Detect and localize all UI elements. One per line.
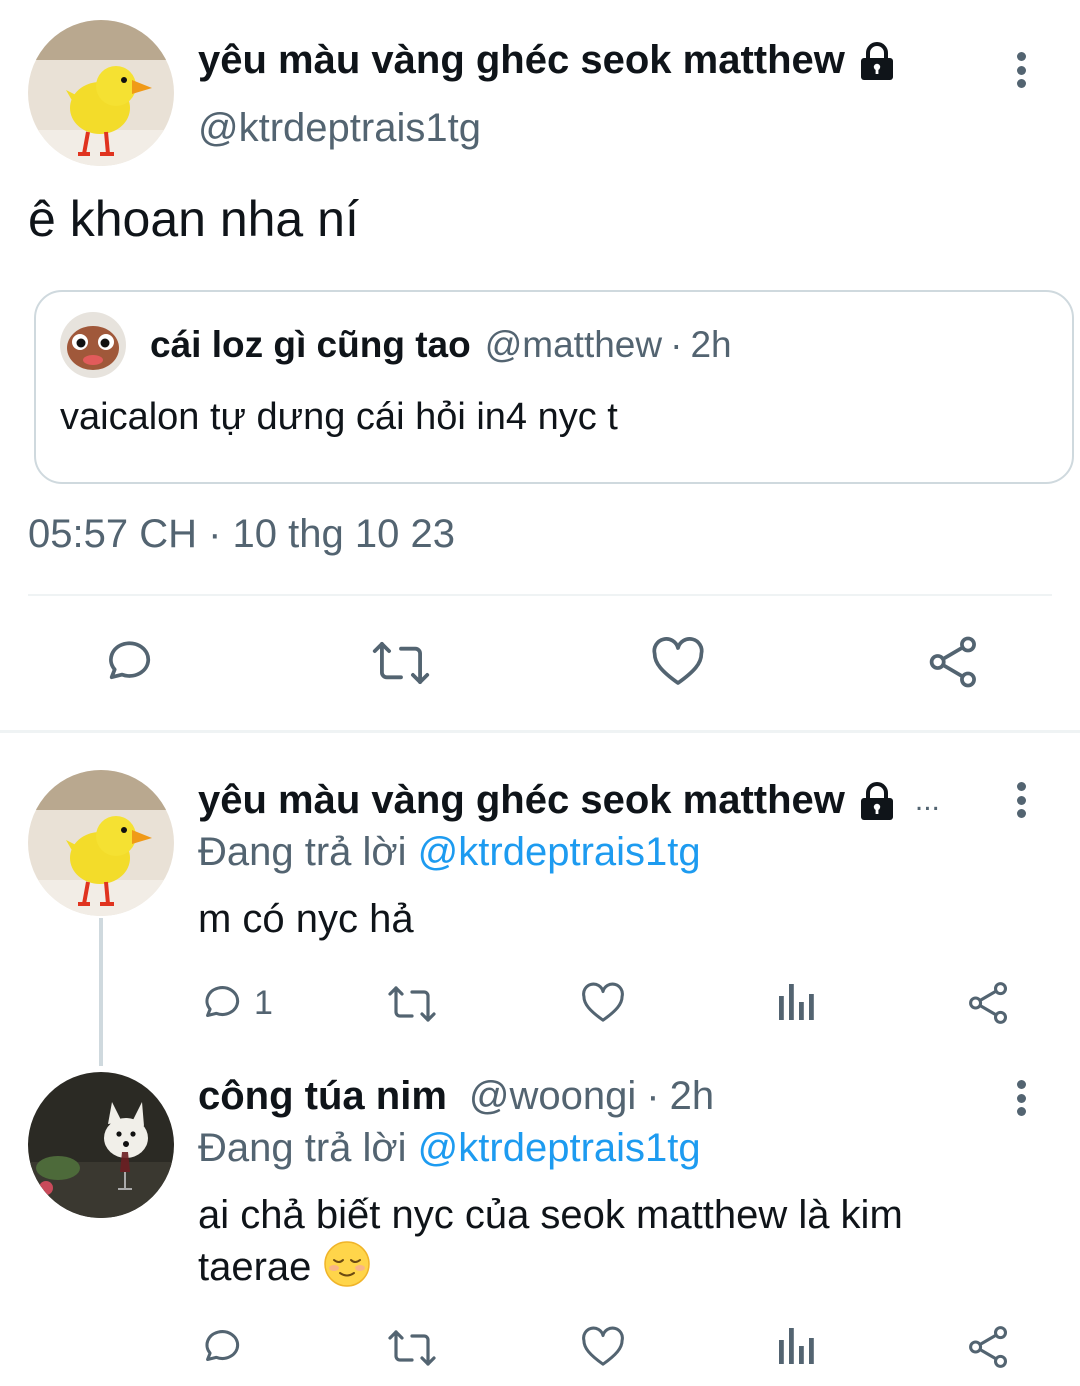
quoted-author-handle: @matthew: [484, 324, 663, 365]
replying-to-label: Đang trả lời: [198, 1126, 407, 1170]
tweet-timestamp[interactable]: 05:57 CH · 10 thg 10 23: [28, 512, 455, 557]
reply-author-avatar[interactable]: [28, 1072, 174, 1218]
quoted-author-name: cái loz gì cũng tao: [150, 324, 471, 365]
quoted-tweet[interactable]: cái loz gì cũng tao @matthew · 2h vaical…: [34, 290, 1074, 484]
reply-text: ai chả biết nyc của seok matthew là kim …: [198, 1190, 1018, 1292]
reply-author-name[interactable]: công túa nim @woongi · 2h: [198, 1074, 714, 1119]
reply-separator: ·: [646, 1074, 660, 1118]
reply-text-content: ai chả biết nyc của seok matthew là kim …: [198, 1193, 903, 1289]
section-divider: [0, 730, 1080, 733]
reply-author-name[interactable]: yêu màu vàng ghéc seok matthew ...: [198, 778, 940, 823]
name-truncation: ...: [914, 783, 940, 817]
divider: [28, 594, 1052, 596]
like-button[interactable]: [580, 1326, 626, 1368]
share-icon: [929, 636, 976, 688]
retweet-button[interactable]: [386, 1326, 438, 1370]
author-handle[interactable]: @ktrdeptrais1tg: [198, 106, 481, 151]
reply-author-avatar[interactable]: [28, 770, 174, 916]
retweet-icon: [388, 1330, 436, 1366]
like-icon: [582, 1326, 624, 1366]
reply-time: 2h: [669, 1074, 715, 1118]
reply-author-name-text[interactable]: công túa nim: [198, 1074, 447, 1119]
more-options-icon[interactable]: [1011, 48, 1031, 92]
replying-to-mention[interactable]: @ktrdeptrais1tg: [418, 1126, 701, 1170]
share-button[interactable]: [966, 1324, 1012, 1370]
like-button[interactable]: [650, 636, 706, 688]
like-icon: [652, 637, 704, 685]
relieved-face-emoji: [323, 1241, 370, 1287]
retweet-icon: [388, 986, 436, 1022]
share-icon: [969, 982, 1008, 1024]
retweet-button[interactable]: [370, 636, 432, 690]
replying-to-mention[interactable]: @ktrdeptrais1tg: [418, 830, 701, 874]
quoted-separator: ·: [670, 324, 683, 365]
reply-button[interactable]: [198, 1324, 244, 1370]
lock-icon: [860, 41, 893, 80]
views-icon: [779, 1328, 814, 1364]
reply-button[interactable]: [100, 634, 156, 690]
quoted-time: 2h: [690, 324, 732, 365]
share-button[interactable]: [926, 634, 982, 690]
thread-line: [99, 918, 103, 1066]
reply-icon: [205, 1330, 240, 1361]
share-button[interactable]: [966, 980, 1012, 1026]
quoted-author-avatar: [60, 312, 126, 378]
author-display-name[interactable]: yêu màu vàng ghéc seok matthew: [198, 38, 899, 83]
retweet-button[interactable]: [386, 982, 438, 1026]
share-icon: [969, 1326, 1008, 1368]
tweet-text: ê khoan nha ní: [28, 191, 359, 247]
reply-author-handle[interactable]: @woongi: [469, 1074, 636, 1119]
like-icon: [582, 982, 624, 1022]
author-name-text[interactable]: yêu màu vàng ghéc seok matthew: [198, 38, 845, 83]
replying-to: Đang trả lời @ktrdeptrais1tg: [198, 1126, 701, 1171]
like-button[interactable]: [580, 982, 626, 1024]
views-icon: [779, 984, 814, 1020]
author-avatar[interactable]: [28, 20, 174, 166]
more-options-icon[interactable]: [1011, 778, 1031, 822]
reply-icon: [205, 986, 240, 1017]
lock-icon: [860, 781, 893, 820]
more-options-icon[interactable]: [1011, 1076, 1031, 1120]
reply-author-name-text[interactable]: yêu màu vàng ghéc seok matthew: [198, 778, 845, 823]
views-button[interactable]: [776, 980, 818, 1024]
replying-to: Đang trả lời @ktrdeptrais1tg: [198, 830, 701, 875]
reply-button[interactable]: 1: [198, 980, 273, 1026]
reply-icon: [109, 641, 151, 680]
quoted-text: vaicalon tự dưng cái hỏi in4 nyc t: [60, 396, 618, 438]
replying-to-label: Đang trả lời: [198, 830, 407, 874]
views-button[interactable]: [776, 1324, 818, 1368]
retweet-icon: [372, 642, 430, 684]
reply-count: 1: [254, 983, 273, 1022]
reply-text: m có nyc hả: [198, 897, 414, 941]
